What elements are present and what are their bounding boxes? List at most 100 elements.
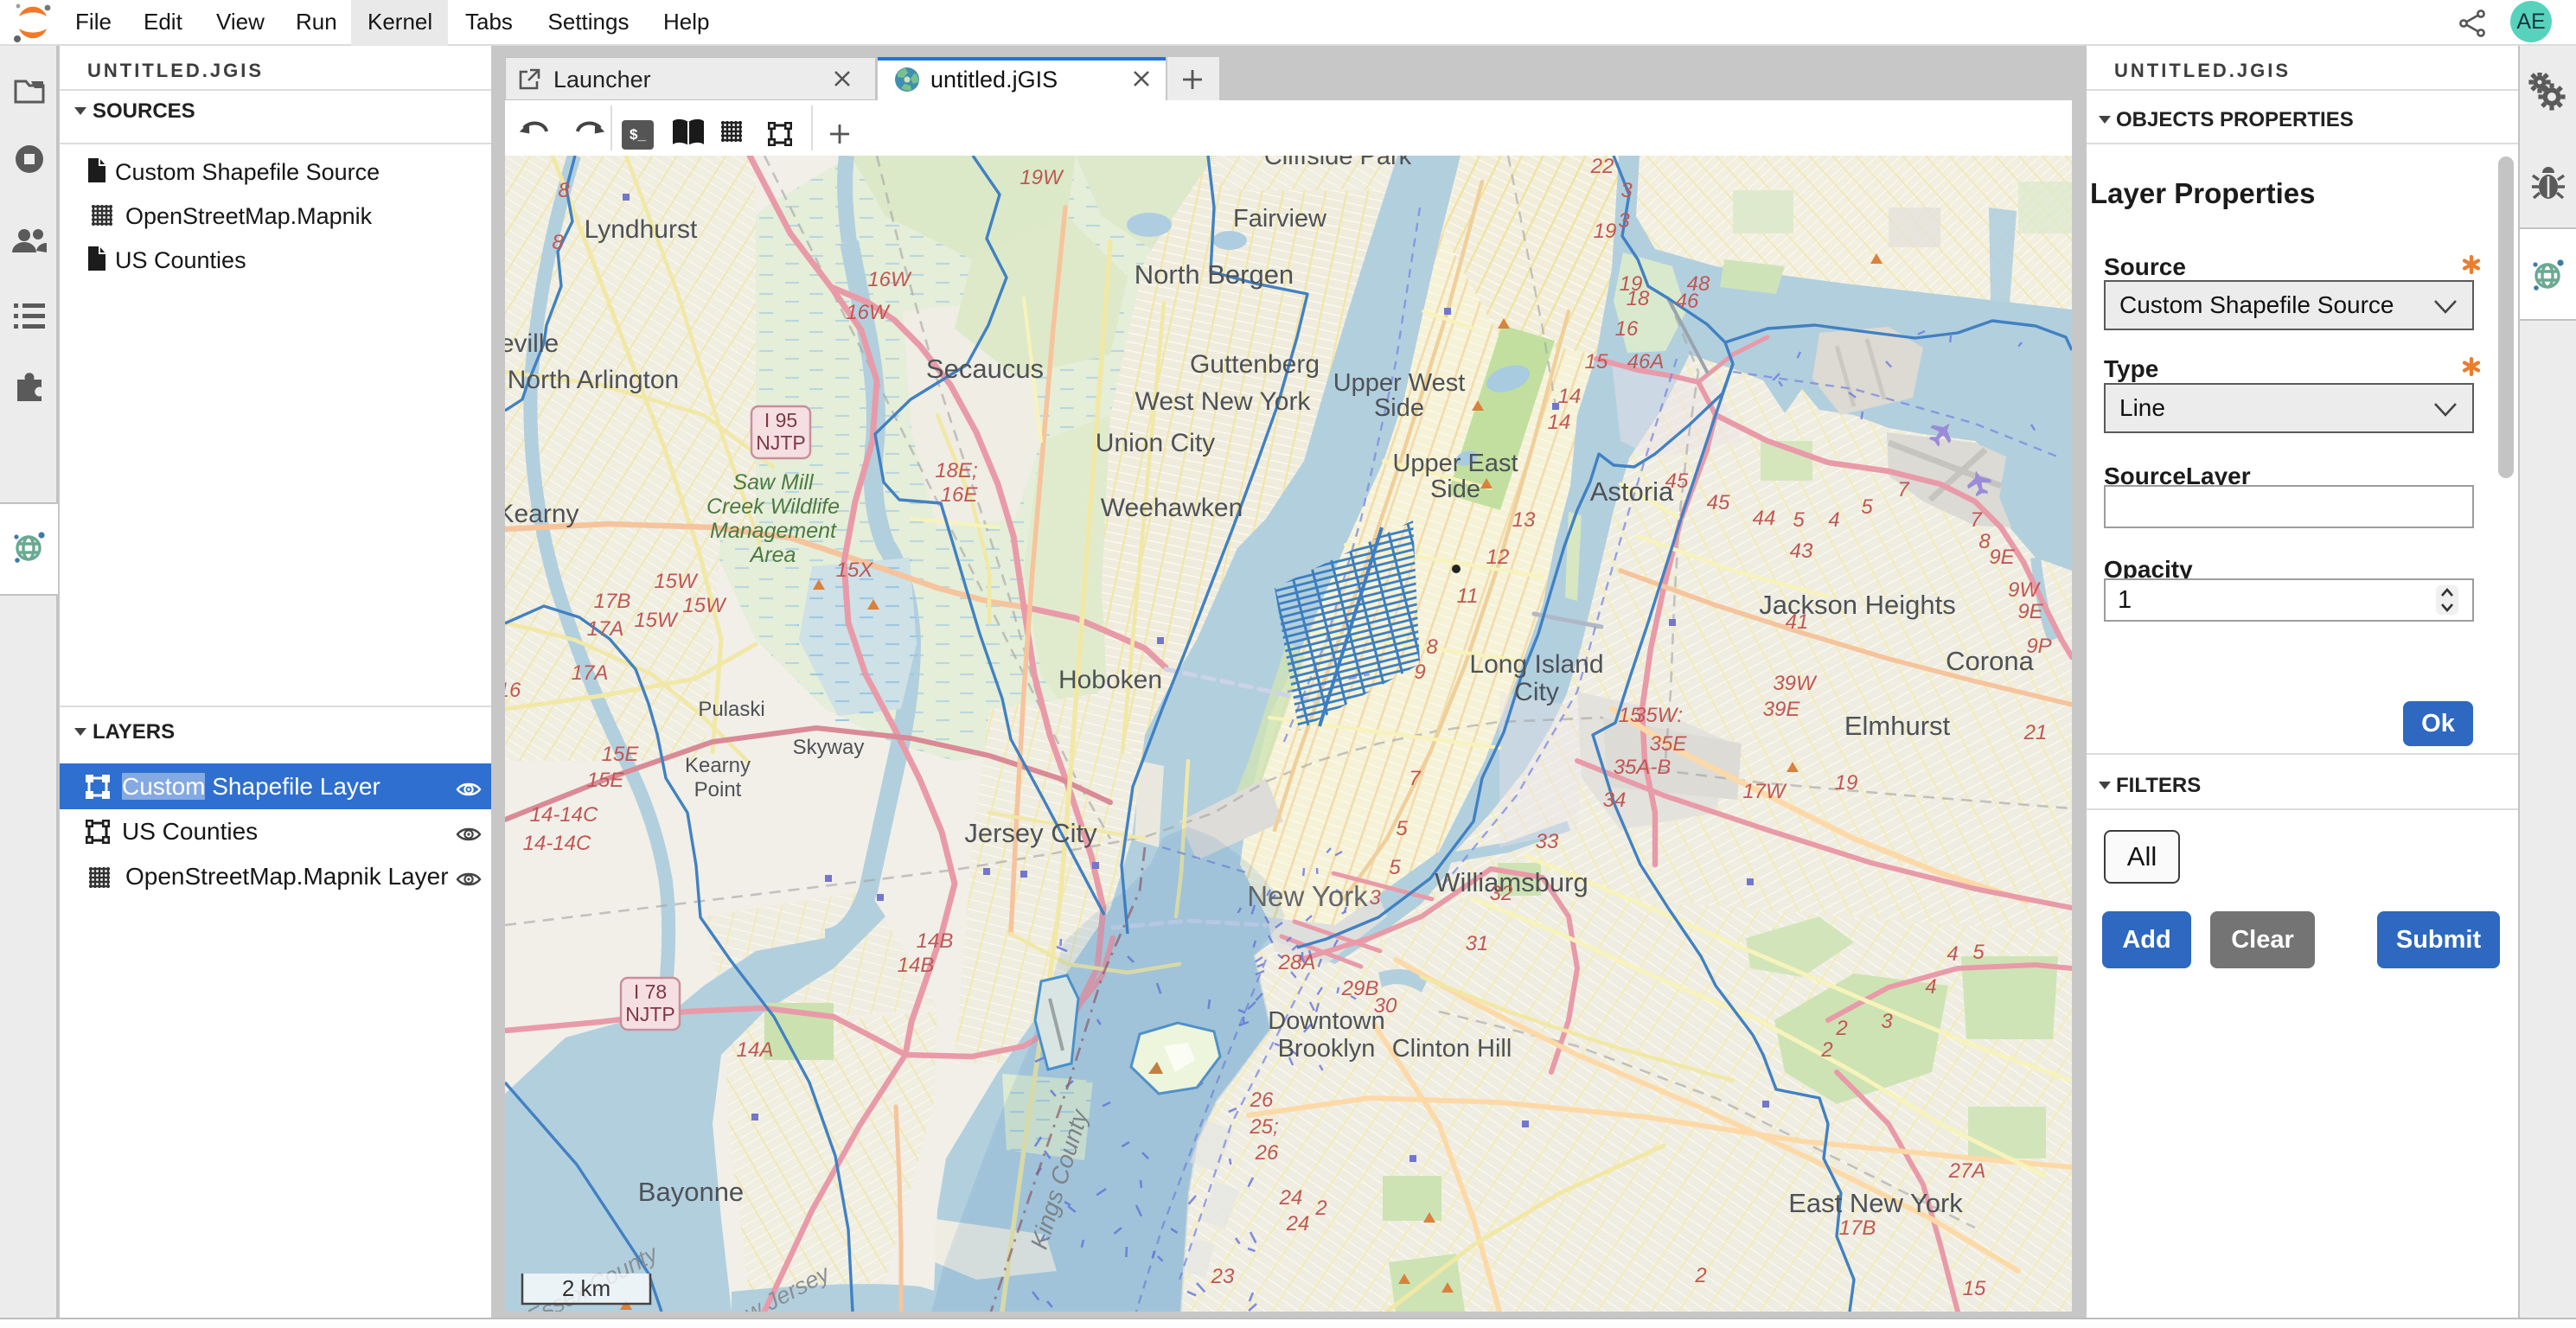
svg-text:Pulaski: Pulaski xyxy=(698,698,764,721)
svg-text:4: 4 xyxy=(1925,975,1936,999)
svg-text:18E;: 18E; xyxy=(935,459,977,482)
svg-text:39W: 39W xyxy=(1773,672,1818,695)
svg-text:Clinton Hill: Clinton Hill xyxy=(1392,1035,1512,1063)
svg-text:26: 26 xyxy=(1250,1089,1274,1112)
svg-text:21: 21 xyxy=(2023,721,2048,744)
svg-text:17B: 17B xyxy=(1839,1216,1876,1240)
svg-text:3: 3 xyxy=(1369,886,1381,910)
svg-text:Side: Side xyxy=(1374,394,1424,422)
svg-text:North Arlington: North Arlington xyxy=(508,366,679,394)
svg-text:46A: 46A xyxy=(1627,350,1665,374)
svg-text:27A: 27A xyxy=(1948,1159,1986,1183)
svg-text:2: 2 xyxy=(1694,1264,1706,1287)
svg-text:16: 16 xyxy=(505,679,521,702)
svg-text:5: 5 xyxy=(1389,856,1401,879)
svg-text:35W:: 35W: xyxy=(1634,704,1683,727)
svg-text:8: 8 xyxy=(1426,635,1438,659)
svg-text:26: 26 xyxy=(1255,1141,1279,1165)
svg-text:16W: 16W xyxy=(867,268,912,291)
svg-text:35A-B: 35A-B xyxy=(1614,756,1672,779)
svg-text:Bayonne: Bayonne xyxy=(638,1177,744,1207)
svg-text:7: 7 xyxy=(1897,478,1910,501)
svg-text:Downtown: Downtown xyxy=(1268,1007,1384,1035)
svg-text:4: 4 xyxy=(1946,942,1958,966)
svg-text:Kearny: Kearny xyxy=(685,754,751,777)
svg-text:7: 7 xyxy=(1409,767,1422,790)
svg-text:15: 15 xyxy=(1585,350,1608,374)
svg-text:14-14C: 14-14C xyxy=(523,832,591,855)
svg-text:29B: 29B xyxy=(1341,977,1379,1000)
svg-text:9E: 9E xyxy=(2017,600,2043,623)
svg-text:25;: 25; xyxy=(1249,1115,1278,1139)
svg-text:Upper East: Upper East xyxy=(1392,450,1518,477)
svg-text:41: 41 xyxy=(1786,610,1809,634)
svg-text:Point: Point xyxy=(694,778,742,801)
svg-text:8: 8 xyxy=(558,179,570,202)
svg-text:19W: 19W xyxy=(1020,166,1064,189)
svg-text:15W: 15W xyxy=(634,609,679,632)
svg-text:8: 8 xyxy=(552,231,564,254)
svg-text:15E: 15E xyxy=(602,743,640,766)
svg-text:NJTP: NJTP xyxy=(756,431,806,454)
svg-text:5: 5 xyxy=(1396,817,1408,840)
svg-text:5: 5 xyxy=(1861,495,1873,519)
svg-text:14B: 14B xyxy=(898,954,935,977)
svg-text:15W: 15W xyxy=(654,570,699,593)
svg-text:2: 2 xyxy=(1820,1038,1832,1062)
svg-text:24: 24 xyxy=(1286,1212,1310,1235)
svg-text:Saw Mill: Saw Mill xyxy=(732,470,815,495)
svg-text:19: 19 xyxy=(1835,771,1858,795)
svg-text:Astoria: Astoria xyxy=(1590,476,1674,507)
svg-text:34: 34 xyxy=(1603,788,1627,812)
svg-text:Upper West: Upper West xyxy=(1333,369,1466,397)
svg-text:28A: 28A xyxy=(1278,951,1316,974)
svg-text:43: 43 xyxy=(1790,540,1813,563)
svg-text:46: 46 xyxy=(1676,290,1699,313)
svg-text:I 95: I 95 xyxy=(764,409,797,431)
svg-text:Corona: Corona xyxy=(1946,646,2034,676)
svg-text:Guttenberg: Guttenberg xyxy=(1190,350,1320,379)
svg-text:3: 3 xyxy=(1620,179,1633,202)
svg-text:Lyndhurst: Lyndhurst xyxy=(585,215,698,244)
svg-text:3: 3 xyxy=(1881,1010,1893,1033)
svg-text:Jersey City: Jersey City xyxy=(964,818,1097,848)
svg-text:9P: 9P xyxy=(2026,635,2051,658)
svg-text:Creek Wildlife: Creek Wildlife xyxy=(706,495,840,519)
svg-text:2: 2 xyxy=(1835,1017,1847,1040)
svg-text:12: 12 xyxy=(1486,546,1510,569)
svg-text:Union City: Union City xyxy=(1096,429,1215,457)
svg-text:15E: 15E xyxy=(587,769,625,792)
svg-text:24: 24 xyxy=(1279,1186,1303,1210)
svg-text:45: 45 xyxy=(1665,469,1689,493)
svg-text:39E: 39E xyxy=(1763,698,1801,721)
svg-text:Cliffside Park: Cliffside Park xyxy=(1264,156,1412,170)
svg-text:eville: eville xyxy=(505,329,559,358)
svg-text:31: 31 xyxy=(1466,932,1489,955)
svg-text:5: 5 xyxy=(1972,941,1985,964)
svg-text:West New York: West New York xyxy=(1135,387,1312,416)
svg-text:16: 16 xyxy=(1615,317,1639,341)
svg-text:17W: 17W xyxy=(1742,780,1787,803)
svg-text:Side: Side xyxy=(1430,476,1480,503)
svg-text:14: 14 xyxy=(1548,411,1571,434)
svg-text:14B: 14B xyxy=(917,929,954,953)
svg-text:2 km: 2 km xyxy=(562,1275,610,1301)
svg-text:North Bergen: North Bergen xyxy=(1135,259,1294,290)
svg-text:Kearny: Kearny xyxy=(505,500,579,528)
svg-text:15: 15 xyxy=(1619,704,1642,727)
svg-text:23: 23 xyxy=(1211,1265,1235,1288)
svg-text:NJTP: NJTP xyxy=(625,1003,675,1025)
svg-text:45: 45 xyxy=(1707,491,1730,514)
svg-text:16W: 16W xyxy=(846,301,891,324)
svg-text:22: 22 xyxy=(1590,156,1614,178)
svg-text:14-14C: 14-14C xyxy=(530,803,598,827)
svg-text:Brooklyn: Brooklyn xyxy=(1278,1035,1376,1063)
svg-text:18: 18 xyxy=(1627,287,1650,310)
svg-text:2: 2 xyxy=(1314,1197,1326,1220)
svg-text:15W: 15W xyxy=(682,594,727,617)
svg-text:32: 32 xyxy=(1490,882,1513,905)
svg-text:14A: 14A xyxy=(737,1038,774,1062)
svg-text:15: 15 xyxy=(1963,1277,1986,1300)
svg-text:11: 11 xyxy=(1457,584,1479,608)
svg-text:Skyway: Skyway xyxy=(793,736,865,759)
